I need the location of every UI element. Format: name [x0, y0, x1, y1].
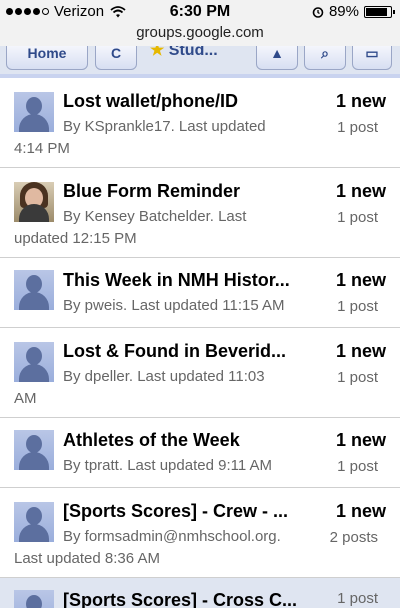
topic-title[interactable]: This Week in NMH Histor... — [63, 270, 290, 291]
topic-row[interactable]: Lost wallet/phone/ID 1 new 1 post By KSp… — [0, 78, 400, 168]
topic-title[interactable]: Lost wallet/phone/ID — [63, 91, 238, 112]
status-right: 89% — [312, 3, 395, 20]
group-title[interactable]: ★ Stud... — [150, 46, 218, 60]
topic-meta: By pweis. Last updated 11:15 AM — [63, 297, 285, 314]
new-count: 1 new — [335, 501, 386, 521]
topic-meta: By KSprankle17. Last updated 4:14 PM — [14, 118, 266, 157]
topic-row[interactable]: This Week in NMH Histor... 1 new 1 post … — [0, 258, 400, 328]
status-bar: Verizon 6:30 PM 89% — [0, 0, 400, 24]
star-icon: ★ — [150, 46, 165, 59]
groups-toolbar: Home C ★ Stud... ▲ ⌕ ▭ — [0, 46, 400, 78]
post-count: 1 post — [337, 119, 378, 136]
topic-title[interactable]: Lost & Found in Beverid... — [63, 341, 286, 362]
topic-row[interactable]: [Sports Scores] - Cross C... 1 post — [0, 578, 400, 608]
url-text: groups.google.com — [136, 24, 264, 41]
search-icon: ⌕ — [321, 46, 329, 61]
home-button[interactable]: Home — [6, 46, 88, 70]
post-count: 1 post — [337, 590, 378, 607]
post-count: 1 post — [337, 458, 378, 475]
new-count: 1 new — [335, 341, 386, 361]
new-count: 1 new — [335, 270, 386, 290]
topic-row[interactable]: Blue Form Reminder 1 new 1 post By Kense… — [0, 168, 400, 258]
post-count: 2 posts — [329, 529, 378, 546]
topic-row[interactable]: [Sports Scores] - Crew - ... 1 new 2 pos… — [0, 488, 400, 578]
profile-button[interactable]: ▲ — [256, 46, 298, 70]
topic-meta: By formsadmin@nmhschool.org. Last update… — [14, 528, 281, 567]
post-count: 1 post — [337, 369, 378, 386]
refresh-button[interactable]: C — [95, 46, 137, 70]
topic-title[interactable]: [Sports Scores] - Crew - ... — [63, 501, 288, 522]
topic-meta: By Kensey Batchelder. Last updated 12:15… — [14, 208, 247, 247]
compose-icon: ▭ — [365, 46, 379, 61]
battery-icon — [364, 5, 395, 18]
search-button[interactable]: ⌕ — [304, 46, 346, 70]
battery-percent: 89% — [328, 3, 359, 20]
post-count: 1 post — [337, 209, 378, 226]
compose-button[interactable]: ▭ — [352, 46, 392, 70]
topic-row[interactable]: Lost & Found in Beverid... 1 new 1 post … — [0, 328, 400, 418]
topic-title[interactable]: Athletes of the Week — [63, 430, 240, 451]
topic-meta: By dpeller. Last updated 11:03 AM — [14, 368, 265, 407]
person-icon: ▲ — [270, 46, 284, 61]
post-count: 1 post — [337, 298, 378, 315]
url-bar[interactable]: groups.google.com — [0, 24, 400, 46]
new-count: 1 new — [335, 91, 386, 111]
alarm-icon — [312, 6, 324, 18]
topic-title[interactable]: Blue Form Reminder — [63, 181, 240, 202]
topic-meta: By tpratt. Last updated 9:11 AM — [63, 457, 273, 474]
new-count: 1 new — [335, 430, 386, 450]
new-count: 1 new — [335, 181, 386, 201]
refresh-icon: C — [110, 46, 122, 61]
topic-row[interactable]: Athletes of the Week 1 new 1 post By tpr… — [0, 418, 400, 488]
topic-title[interactable]: [Sports Scores] - Cross C... — [63, 590, 297, 608]
avatar — [14, 590, 54, 608]
